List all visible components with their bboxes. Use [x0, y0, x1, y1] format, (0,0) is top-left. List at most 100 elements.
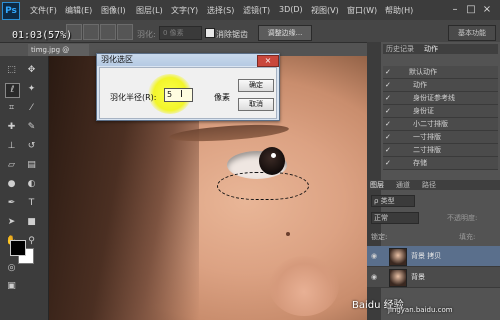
layer-thumbnail [389, 248, 407, 266]
action-row[interactable]: ✓ 一寸排版 [383, 131, 498, 144]
toolbox: ⬚ ✥ ℓ ✦ ⌗ ⁄ ✚ ✎ ⊥ ↺ ▱ ▤ ● ◐ ✒ T ➤ ■ ✋ ⚲ … [0, 56, 49, 320]
add-selection-icon[interactable] [83, 24, 99, 40]
screen-mode-icon[interactable]: ▣ [5, 280, 18, 293]
marquee-tool-icon[interactable]: ⬚ [5, 64, 18, 77]
checkmark-icon: ✓ [385, 120, 391, 128]
menu-layer[interactable]: 图层(L) [136, 5, 163, 16]
action-label: 动作 [413, 81, 427, 89]
antialias-checkbox[interactable] [205, 28, 215, 38]
eraser-icon[interactable]: ▱ [5, 159, 18, 172]
checkmark-icon: ✓ [385, 159, 391, 167]
action-row[interactable]: ✓ 身份证参考线 [383, 92, 498, 105]
menu-3d[interactable]: 3D(D) [279, 5, 303, 14]
clone-stamp-icon[interactable]: ⊥ [5, 140, 18, 153]
photo-nose [269, 256, 339, 316]
crop-tool-icon[interactable]: ⌗ [5, 102, 18, 115]
action-row[interactable]: ✓ 小二寸排版 [383, 118, 498, 131]
tab-layers[interactable]: 图层 [367, 180, 387, 190]
photoshop-logo: Ps [2, 2, 20, 20]
action-row[interactable]: ✓ 二寸排版 [383, 144, 498, 157]
menu-image[interactable]: 图像(I) [101, 5, 126, 16]
magic-wand-icon[interactable]: ✦ [25, 83, 38, 96]
quick-mask-icon[interactable]: ◎ [5, 262, 18, 275]
action-row[interactable]: ✓ 动作 [383, 79, 498, 92]
feather-field[interactable]: 0 像素 [159, 26, 202, 40]
tab-channels[interactable]: 通道 [393, 180, 413, 190]
menu-window[interactable]: 窗口(W) [347, 5, 377, 16]
text-cursor-icon: I [180, 89, 183, 100]
pen-tool-icon[interactable]: ✒ [5, 197, 18, 210]
refine-edge-button[interactable]: 调整边缘... [258, 25, 312, 41]
type-tool-icon[interactable]: T [25, 197, 38, 210]
blur-tool-icon[interactable]: ● [5, 178, 18, 191]
history-brush-icon[interactable]: ↺ [25, 140, 38, 153]
workspace-button[interactable]: 基本功能 [448, 25, 496, 41]
healing-brush-icon[interactable]: ✚ [5, 121, 18, 134]
menu-edit[interactable]: 编辑(E) [65, 5, 92, 16]
history-actions-tabs: 历史记录 动作 [383, 44, 498, 54]
feather-radius-input[interactable]: 5 [164, 88, 193, 102]
minimize-icon[interactable]: – [448, 3, 462, 16]
dialog-title: 羽化选区 [101, 55, 133, 64]
eye-icon[interactable]: ◉ [371, 267, 377, 287]
photo-eye-highlight [271, 153, 276, 158]
eyedropper-icon[interactable]: ⁄ [25, 102, 38, 115]
ok-button[interactable]: 确定 [238, 79, 274, 92]
layer-thumbnail [389, 269, 407, 287]
photo-mole [286, 232, 290, 236]
action-label: 默认动作 [409, 68, 437, 76]
selection-marquee [217, 172, 309, 200]
action-label: 小二寸排版 [413, 120, 448, 128]
checkmark-icon: ✓ [385, 133, 391, 141]
tab-history[interactable]: 历史记录 [383, 44, 417, 54]
dodge-tool-icon[interactable]: ◐ [25, 178, 38, 191]
layers-panel-tabs: 图层 通道 路径 [367, 180, 500, 190]
maximize-icon[interactable]: □ [464, 3, 478, 16]
layer-row[interactable]: ◉ 背景 拷贝 [367, 246, 500, 267]
cancel-button[interactable]: 取消 [238, 98, 274, 111]
move-tool-icon[interactable]: ✥ [25, 64, 38, 77]
menu-select[interactable]: 选择(S) [207, 5, 234, 16]
feather-radius-label: 羽化半径(R): [110, 93, 157, 102]
action-label: 身份证 [413, 107, 434, 115]
dialog-close-button[interactable]: × [257, 55, 279, 67]
shape-tool-icon[interactable]: ■ [25, 216, 38, 229]
checkmark-icon: ✓ [385, 81, 391, 89]
subtract-selection-icon[interactable] [100, 24, 116, 40]
layer-filter-select[interactable]: ρ 类型 [371, 195, 415, 207]
zoom-tool-icon[interactable]: ⚲ [25, 235, 38, 248]
checkmark-icon: ✓ [385, 146, 391, 154]
document-tab[interactable]: timg.jpg @ [28, 44, 89, 56]
tab-paths[interactable]: 路径 [419, 180, 439, 190]
lock-label: 锁定: [371, 233, 388, 241]
action-row[interactable]: ✓ 存储 [383, 157, 498, 170]
checkmark-icon: ✓ [385, 107, 391, 115]
lasso-tool-icon[interactable]: ℓ [5, 83, 20, 98]
menu-filter[interactable]: 滤镜(T) [243, 5, 270, 16]
fill-label: 填充: [459, 233, 476, 241]
blend-mode-select[interactable]: 正常 [371, 212, 419, 224]
intersect-selection-icon[interactable] [117, 24, 133, 40]
action-row[interactable]: ✓ 默认动作 [383, 66, 498, 79]
eye-icon[interactable]: ◉ [371, 246, 377, 266]
menu-file[interactable]: 文件(F) [30, 5, 57, 16]
brush-tool-icon[interactable]: ✎ [25, 121, 38, 134]
close-icon[interactable]: × [480, 3, 494, 16]
menu-help[interactable]: 帮助(H) [385, 5, 413, 16]
action-row[interactable]: ✓ 身份证 [383, 105, 498, 118]
gradient-icon[interactable]: ▤ [25, 159, 38, 172]
layer-name: 背景 拷贝 [411, 252, 442, 260]
dialog-titlebar[interactable]: 羽化选区 × [97, 54, 279, 67]
menu-type[interactable]: 文字(Y) [171, 5, 198, 16]
dialog-body: 羽化半径(R): 5 I 像素 确定 取消 [99, 67, 277, 119]
photo-iris [259, 147, 285, 175]
layer-name: 背景 [411, 273, 425, 281]
layer-row[interactable]: ◉ 背景 [367, 267, 500, 288]
menu-view[interactable]: 视图(V) [311, 5, 339, 16]
path-select-icon[interactable]: ➤ [5, 216, 18, 229]
tab-actions[interactable]: 动作 [421, 44, 441, 54]
checkmark-icon: ✓ [385, 94, 391, 102]
opacity-label: 不透明度: [447, 214, 478, 222]
action-label: 存储 [413, 159, 427, 167]
foreground-color-swatch[interactable] [10, 240, 26, 256]
